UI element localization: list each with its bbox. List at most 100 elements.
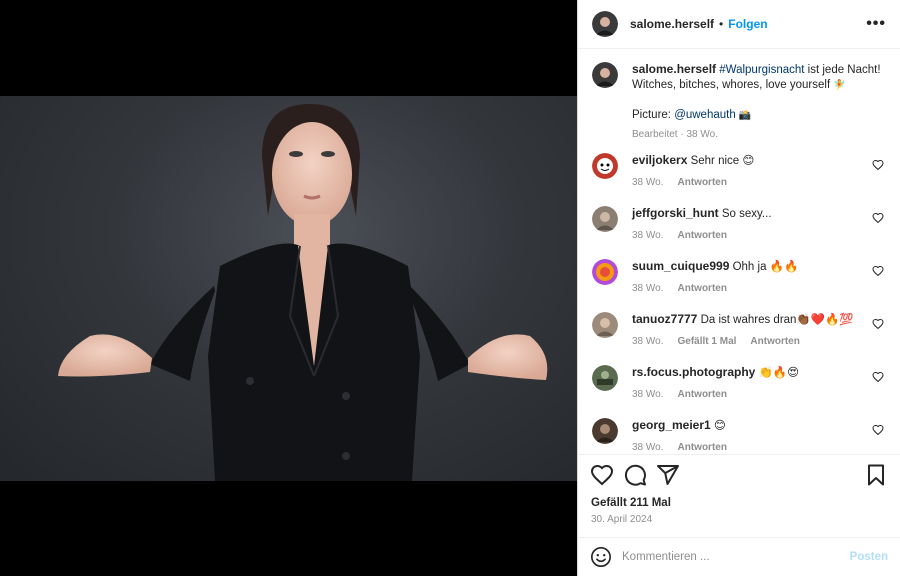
- woman-photo-illustration: [58, 104, 548, 481]
- avatar-image: [592, 11, 618, 37]
- heart-icon[interactable]: [872, 371, 884, 383]
- more-options-icon[interactable]: •••: [866, 15, 886, 33]
- caption-line-2-text: Witches, bitches, whores, love yourself: [632, 79, 831, 91]
- comment-body: eviljokerx Sehr nice 😊 38 Wo. Antworten: [632, 153, 872, 190]
- caption-body: salome.herself #Walpurgisnacht ist jede …: [632, 62, 882, 153]
- heart-icon[interactable]: [872, 212, 884, 224]
- post-actions: [578, 454, 900, 494]
- emoji-smile-icon[interactable]: [590, 546, 612, 568]
- caption-avatar[interactable]: [592, 62, 618, 88]
- commenter-username[interactable]: jeffgorski_hunt: [632, 206, 719, 220]
- reply-button[interactable]: Antworten: [678, 230, 727, 241]
- commenter-avatar[interactable]: [592, 312, 618, 338]
- follow-button[interactable]: Folgen: [728, 17, 767, 31]
- like-heart-icon[interactable]: [590, 463, 614, 487]
- commenter-avatar[interactable]: [592, 153, 618, 179]
- reply-button[interactable]: Antworten: [678, 283, 727, 294]
- comment-item: eviljokerx Sehr nice 😊 38 Wo. Antworten: [592, 153, 886, 206]
- caption-text: ist jede Nacht!: [804, 64, 881, 76]
- caption-mention[interactable]: @uwehauth: [674, 109, 736, 121]
- fairy-emoji: 🧚: [833, 80, 846, 91]
- comment-body: georg_meier1 😊 38 Wo. Antworten: [632, 418, 872, 454]
- comment-text: Ohh ja 🔥🔥: [732, 261, 799, 273]
- commenter-avatar[interactable]: [592, 206, 618, 232]
- comment-meta: 38 Wo. Antworten: [632, 440, 872, 454]
- caption-hashtag[interactable]: #Walpurgisnacht: [719, 64, 804, 76]
- post-sidebar: salome.herself • Folgen ••• salome.herse…: [577, 0, 900, 576]
- comment-text: Da ist wahres dran👏🏾❤️🔥💯: [700, 314, 854, 326]
- comment-body: rs.focus.photography 👏🔥😍 38 Wo. Antworten: [632, 365, 872, 402]
- comment-body: suum_cuique999 Ohh ja 🔥🔥 38 Wo. Antworten: [632, 259, 872, 296]
- comment-time: 38 Wo.: [632, 389, 664, 400]
- caption-line-2: Witches, bitches, whores, love yourself …: [632, 78, 882, 93]
- avatar-image: [592, 365, 618, 391]
- caption-meta: Bearbeitet · 38 Wo.: [632, 127, 882, 142]
- heart-icon[interactable]: [872, 318, 884, 330]
- comment-body: jeffgorski_hunt So sexy... 38 Wo. Antwort…: [632, 206, 872, 243]
- comment-text: 😊: [713, 420, 726, 432]
- post-date: 30. April 2024: [591, 514, 653, 525]
- like-count[interactable]: Gefällt 211 Mal: [591, 497, 671, 509]
- camera-emoji: 📸: [735, 110, 752, 121]
- caption-picture-label: Picture:: [632, 109, 675, 121]
- post-photo[interactable]: [0, 96, 577, 481]
- comment-time: 38 Wo.: [632, 177, 664, 188]
- commenter-avatar[interactable]: [592, 365, 618, 391]
- commenter-username[interactable]: rs.focus.photography: [632, 365, 755, 379]
- post-comment-button[interactable]: Posten: [850, 551, 888, 563]
- comments-list[interactable]: salome.herself #Walpurgisnacht ist jede …: [578, 49, 900, 454]
- avatar-image: [592, 312, 618, 338]
- commenter-username[interactable]: georg_meier1: [632, 418, 711, 432]
- comment-item: suum_cuique999 Ohh ja 🔥🔥 38 Wo. Antworten: [592, 259, 886, 312]
- comment-item: rs.focus.photography 👏🔥😍 38 Wo. Antworten: [592, 365, 886, 418]
- comment-composer: Posten: [578, 537, 900, 576]
- reply-button[interactable]: Antworten: [750, 336, 799, 347]
- author-username[interactable]: salome.herself: [630, 17, 714, 31]
- reply-button[interactable]: Antworten: [678, 442, 727, 453]
- comment-meta: 38 Wo. Antworten: [632, 387, 872, 402]
- avatar-image: [592, 206, 618, 232]
- reply-button[interactable]: Antworten: [678, 389, 727, 400]
- comment-body: tanuoz7777 Da ist wahres dran👏🏾❤️🔥💯 38 W…: [632, 312, 872, 349]
- comment-text: So sexy...: [721, 208, 772, 220]
- avatar-image: [592, 418, 618, 444]
- post-header: salome.herself • Folgen •••: [578, 0, 900, 49]
- comment-input[interactable]: [622, 551, 850, 563]
- comment-bubble-icon[interactable]: [623, 463, 647, 487]
- separator-dot: •: [719, 17, 724, 31]
- author-avatar[interactable]: [592, 11, 618, 37]
- caption-time: 38 Wo.: [686, 129, 718, 140]
- commenter-username[interactable]: eviljokerx: [632, 153, 687, 167]
- comment-time: 38 Wo.: [632, 336, 664, 347]
- comment-time: 38 Wo.: [632, 283, 664, 294]
- avatar-image: [592, 259, 618, 285]
- commenter-username[interactable]: suum_cuique999: [632, 259, 729, 273]
- caption-line-1: salome.herself #Walpurgisnacht ist jede …: [632, 62, 882, 78]
- commenter-avatar[interactable]: [592, 418, 618, 444]
- comment-item: tanuoz7777 Da ist wahres dran👏🏾❤️🔥💯 38 W…: [592, 312, 886, 365]
- caption-username[interactable]: salome.herself: [632, 62, 716, 76]
- comment-meta: 38 Wo. Gefällt 1 Mal Antworten: [632, 334, 872, 349]
- avatar-image: [592, 153, 618, 179]
- heart-icon[interactable]: [872, 424, 884, 436]
- post-media: [0, 0, 577, 576]
- comment-item: jeffgorski_hunt So sexy... 38 Wo. Antwort…: [592, 206, 886, 259]
- share-send-icon[interactable]: [656, 463, 680, 487]
- reply-button[interactable]: Antworten: [678, 177, 727, 188]
- heart-icon[interactable]: [872, 159, 884, 171]
- comment-likes[interactable]: Gefällt 1 Mal: [678, 336, 737, 347]
- comment-time: 38 Wo.: [632, 230, 664, 241]
- avatar-image: [592, 62, 618, 88]
- commenter-username[interactable]: tanuoz7777: [632, 312, 697, 326]
- comment-time: 38 Wo.: [632, 442, 664, 453]
- caption-line-3: Picture: @uwehauth 📸: [632, 108, 882, 123]
- commenter-avatar[interactable]: [592, 259, 618, 285]
- comment-item: georg_meier1 😊 38 Wo. Antworten: [592, 418, 886, 454]
- comment-meta: 38 Wo. Antworten: [632, 281, 872, 296]
- comment-meta: 38 Wo. Antworten: [632, 175, 872, 190]
- heart-icon[interactable]: [872, 265, 884, 277]
- comment-text: 👏🔥😍: [758, 367, 800, 379]
- bookmark-icon[interactable]: [864, 463, 888, 487]
- comment-meta: 38 Wo. Antworten: [632, 228, 872, 243]
- caption: salome.herself #Walpurgisnacht ist jede …: [592, 49, 886, 153]
